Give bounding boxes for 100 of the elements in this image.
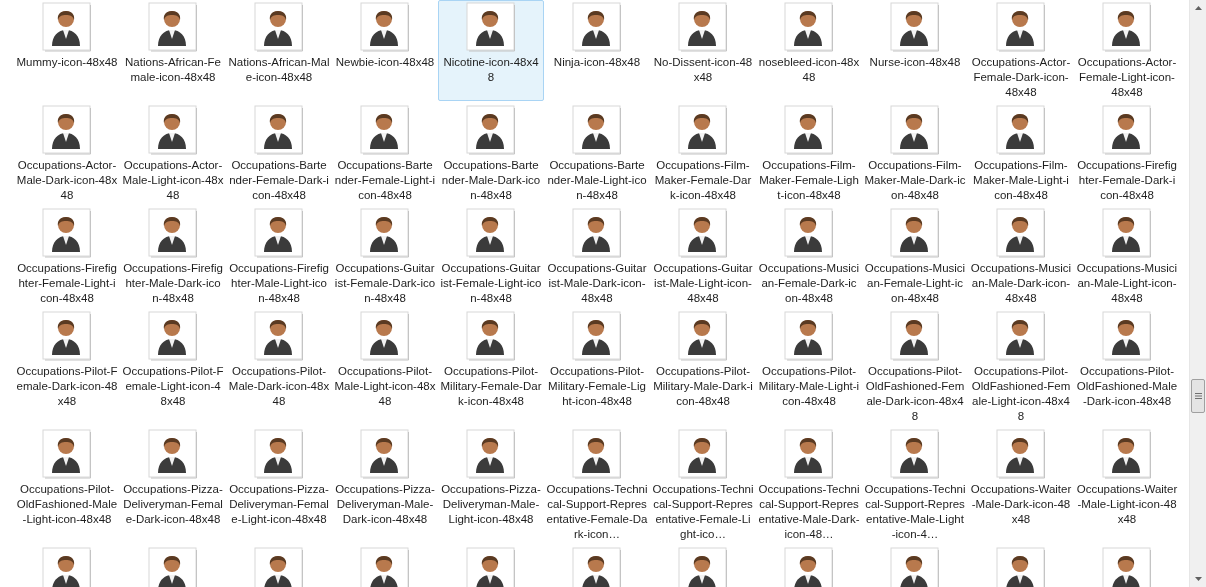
- file-item[interactable]: No-Dissent-icon-48x48: [650, 0, 756, 101]
- file-item[interactable]: Occupations-Pilot-OldFashioned-Female-Dark-icon-48x48: [862, 309, 968, 425]
- file-name: Occupations-Film-Maker-Male-Light-icon-48x48: [972, 158, 1070, 203]
- person-icon: [148, 208, 198, 258]
- file-name: Occupations-Technical-Support-Representative-Female-Light-ico…: [652, 482, 754, 542]
- file-item[interactable]: Nicotine-icon-48x48: [438, 0, 544, 101]
- file-item[interactable]: Nations-African-Female-icon-48x48: [120, 0, 226, 101]
- file-name: Newbie-icon-48x48: [334, 55, 436, 70]
- file-item[interactable]: Occupations-Film-Maker-Male-Light-icon-48x48: [968, 103, 1074, 204]
- file-item[interactable]: Occupations-Musician-Male-Dark-icon-48x48: [968, 206, 1074, 307]
- file-name: Occupations-Pilot-Male-Dark-icon-48x48: [228, 364, 330, 409]
- person-icon: [254, 105, 304, 155]
- file-item[interactable]: Occupations-Pilot-Military-Female-Light-icon-48x48: [544, 309, 650, 425]
- file-item[interactable]: Occupations-Pilot-Military-Female-Dark-icon-48x48: [438, 309, 544, 425]
- file-item[interactable]: Occupations-Musician-Female-Dark-icon-48x48: [756, 206, 862, 307]
- person-icon: [42, 208, 92, 258]
- person-icon: [1102, 429, 1152, 479]
- file-name: Occupations-Pilot-Military-Male-Light-icon-48x48: [758, 364, 860, 409]
- file-name: Occupations-Firefighter-Female-Dark-icon-48x48: [1076, 158, 1178, 203]
- file-item[interactable]: Occupations-Guitarist-Female-Light-icon-48x48: [438, 206, 544, 307]
- file-item[interactable]: Occupations-Waiter-Male-Dark-icon-48x48: [968, 427, 1074, 543]
- file-item[interactable]: Occupations-Pilot-Female-Light-icon-48x48: [120, 309, 226, 425]
- person-icon: [890, 429, 940, 479]
- file-name: Occupations-Guitarist-Female-Light-icon-48x48: [440, 261, 542, 306]
- person-icon: [572, 105, 622, 155]
- file-name: Occupations-Actor-Male-Light-icon-48x48: [122, 158, 224, 203]
- file-name: Occupations-Actor-Male-Dark-icon-48x48: [16, 158, 118, 203]
- file-name: Nurse-icon-48x48: [868, 55, 962, 70]
- file-item[interactable]: Occupations-Pilot-Female-Dark-icon-48x48: [14, 309, 120, 425]
- file-item[interactable]: Occupations-Pilot-OldFashioned-Male-Dark-icon-48x48: [1074, 309, 1180, 425]
- file-item[interactable]: Occupations-Technical-Support-Representative-Female-Light-ico…: [650, 427, 756, 543]
- file-item[interactable]: Occupations-Actor-Male-Light-icon-48x48: [120, 103, 226, 204]
- file-item[interactable]: Newbie-icon-48x48: [332, 0, 438, 101]
- person-icon: [996, 105, 1046, 155]
- file-name: Occupations-Pizza-Deliveryman-Female-Light-icon-48x48: [228, 482, 330, 527]
- file-item[interactable]: Occupations-Guitarist-Female-Dark-icon-48x48: [332, 206, 438, 307]
- file-item[interactable]: Occupations-Actor-Female-Dark-icon-48x48: [968, 0, 1074, 101]
- file-item[interactable]: Occupations-Bartender-Female-Light-icon-48x48: [332, 103, 438, 204]
- file-item[interactable]: nosebleed-icon-48x48: [756, 0, 862, 101]
- person-icon: [678, 429, 728, 479]
- file-item[interactable]: Occupations-Guitarist-Male-Light-icon-48x48: [650, 206, 756, 307]
- file-item[interactable]: Ninja-icon-48x48: [544, 0, 650, 101]
- file-name: Nations-African-Female-icon-48x48: [124, 55, 222, 85]
- file-item[interactable]: Occupations-Guitarist-Male-Dark-icon-48x48: [544, 206, 650, 307]
- file-item[interactable]: Occupations-Pizza-Deliveryman-Female-Dark-icon-48x48: [120, 427, 226, 543]
- file-item[interactable]: Occupations-Musician-Male-Light-icon-48x48: [1074, 206, 1180, 307]
- file-item[interactable]: Occupations-Firefighter-Female-Dark-icon-48x48: [1074, 103, 1180, 204]
- file-item[interactable]: Occupations-Actor-Male-Dark-icon-48x48: [14, 103, 120, 204]
- file-name: Occupations-Pilot-OldFashioned-Male-Light-icon-48x48: [16, 482, 118, 527]
- file-item[interactable]: Occupations-Technical-Support-Representative-Female-Dark-icon…: [544, 427, 650, 543]
- file-item[interactable]: Occupations-Firefighter-Female-Light-icon-48x48: [14, 206, 120, 307]
- file-item[interactable]: Nations-African-Male-icon-48x48: [226, 0, 332, 101]
- file-name: Occupations-Pilot-Female-Dark-icon-48x48: [16, 364, 118, 409]
- file-name: Occupations-Pilot-OldFashioned-Male-Dark-icon-48x48: [1076, 364, 1178, 409]
- file-name: Occupations-Pilot-Military-Female-Light-icon-48x48: [547, 364, 647, 409]
- file-item[interactable]: Occupations-Bartender-Male-Dark-icon-48x48: [438, 103, 544, 204]
- file-item[interactable]: Occupations-Film-Maker-Female-Light-icon-48x48: [756, 103, 862, 204]
- file-item[interactable]: Occupations-Musician-Female-Light-icon-48x48: [862, 206, 968, 307]
- file-name: Occupations-Pilot-OldFashioned-Female-Light-icon-48x48: [970, 364, 1072, 424]
- file-item[interactable]: Occupations-Technical-Support-Representative-Male-Light-icon-4…: [862, 427, 968, 543]
- file-item[interactable]: Occupations-Pizza-Deliveryman-Male-Light-icon-48x48: [438, 427, 544, 543]
- file-item[interactable]: Occupations-Pilot-Military-Male-Light-icon-48x48: [756, 309, 862, 425]
- person-icon: [784, 208, 834, 258]
- file-item[interactable]: Nurse-icon-48x48: [862, 0, 968, 101]
- file-item[interactable]: Occupations-Pizza-Deliveryman-Male-Dark-icon-48x48: [332, 427, 438, 543]
- scrollbar-thumb[interactable]: [1191, 379, 1205, 413]
- file-name: Occupations-Waiter-Male-Dark-icon-48x48: [970, 482, 1072, 527]
- file-item[interactable]: Occupations-Firefighter-Male-Light-icon-48x48: [226, 206, 332, 307]
- file-item[interactable]: Occupations-Technical-Support-Representative-Male-Dark-icon-48…: [756, 427, 862, 543]
- file-item[interactable]: Occupations-Film-Maker-Male-Dark-icon-48x48: [862, 103, 968, 204]
- file-item[interactable]: Occupations-Pilot-Military-Male-Dark-icon-48x48: [650, 309, 756, 425]
- file-name: Ninja-icon-48x48: [552, 55, 642, 70]
- file-item[interactable]: Occupations-Pizza-Deliveryman-Female-Light-icon-48x48: [226, 427, 332, 543]
- file-item[interactable]: Occupations-Pilot-OldFashioned-Male-Light-icon-48x48: [14, 427, 120, 543]
- file-item[interactable]: Occupations-Bartender-Male-Light-icon-48x48: [544, 103, 650, 204]
- file-item[interactable]: Occupations-Film-Maker-Female-Dark-icon-48x48: [650, 103, 756, 204]
- file-item[interactable]: Occupations-Pilot-Male-Light-icon-48x48: [332, 309, 438, 425]
- file-item[interactable]: Occupations-Bartender-Female-Dark-icon-48x48: [226, 103, 332, 204]
- file-item[interactable]: Mummy-icon-48x48: [14, 0, 120, 101]
- file-item[interactable]: Occupations-Actor-Female-Light-icon-48x48: [1074, 0, 1180, 101]
- file-name: Occupations-Actor-Female-Dark-icon-48x48: [970, 55, 1072, 100]
- person-icon: [148, 105, 198, 155]
- person-icon: [890, 208, 940, 258]
- file-name: Occupations-Bartender-Male-Light-icon-48x48: [546, 158, 648, 203]
- file-item[interactable]: Occupations-Waiter-Male-Light-icon-48x48: [1074, 427, 1180, 543]
- person-icon: [1102, 311, 1152, 361]
- file-item[interactable]: Occupations-Firefighter-Male-Dark-icon-48x48: [120, 206, 226, 307]
- person-icon: [466, 2, 516, 52]
- person-icon: [254, 208, 304, 258]
- file-name: Occupations-Actor-Female-Light-icon-48x48: [1076, 55, 1178, 100]
- file-name: No-Dissent-icon-48x48: [652, 55, 754, 85]
- file-name: Occupations-Musician-Male-Dark-icon-48x48: [970, 261, 1072, 306]
- person-icon: [678, 208, 728, 258]
- person-icon: [466, 208, 516, 258]
- file-name: Occupations-Firefighter-Male-Light-icon-48x48: [228, 261, 330, 306]
- file-name: Occupations-Pilot-Military-Male-Dark-icon-48x48: [652, 364, 754, 409]
- file-item[interactable]: Occupations-Pilot-Male-Dark-icon-48x48: [226, 309, 332, 425]
- file-name: Occupations-Pilot-Male-Light-icon-48x48: [334, 364, 436, 409]
- file-name: nosebleed-icon-48x48: [758, 55, 860, 85]
- file-item[interactable]: Occupations-Pilot-OldFashioned-Female-Light-icon-48x48: [968, 309, 1074, 425]
